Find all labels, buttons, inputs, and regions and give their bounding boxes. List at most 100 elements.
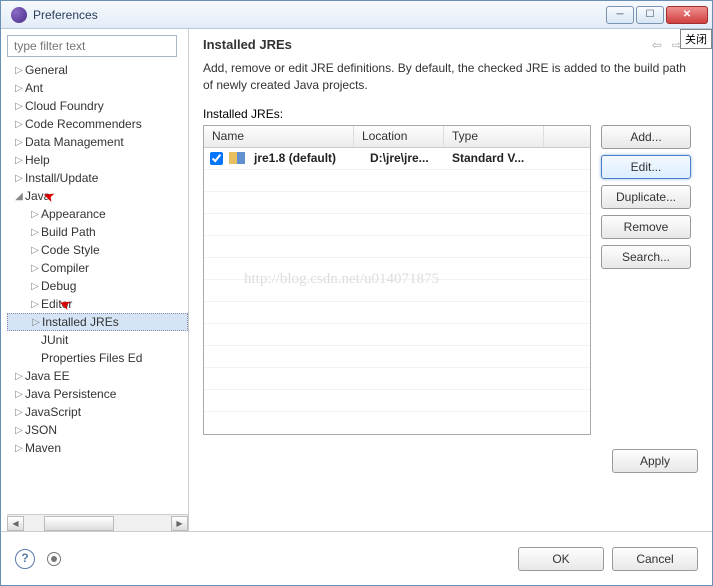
tree-item-general[interactable]: ▷General xyxy=(7,61,188,79)
tree-item-java-ee[interactable]: ▷Java EE xyxy=(7,367,188,385)
tree-item-label: Code Recommenders xyxy=(25,117,142,131)
remove-button[interactable]: Remove xyxy=(601,215,691,239)
tree-item-json[interactable]: ▷JSON xyxy=(7,421,188,439)
page-title: Installed JREs xyxy=(203,37,292,52)
tree-item-label: Properties Files Ed xyxy=(41,351,142,365)
twisty-icon[interactable]: ▷ xyxy=(13,425,25,436)
twisty-icon[interactable]: ▷ xyxy=(13,407,25,418)
tree-item-build-path[interactable]: ▷Build Path xyxy=(7,223,188,241)
twisty-icon[interactable]: ▷ xyxy=(13,83,25,94)
tree-item-label: Help xyxy=(25,153,50,167)
tree-item-label: Installed JREs xyxy=(42,315,119,329)
twisty-icon[interactable]: ◢ xyxy=(13,191,25,202)
tree-item-label: JSON xyxy=(25,423,57,437)
twisty-icon[interactable]: ▷ xyxy=(30,317,42,328)
tree-item-java-persistence[interactable]: ▷Java Persistence xyxy=(7,385,188,403)
cell-name: jre1.8 (default) xyxy=(250,151,366,165)
tree-item-appearance[interactable]: ▷Appearance xyxy=(7,205,188,223)
twisty-icon[interactable]: ▷ xyxy=(13,101,25,112)
tree-item-label: Debug xyxy=(41,279,76,293)
edit-button[interactable]: Edit... xyxy=(601,155,691,179)
tree-item-editor[interactable]: ▷Editor➤ xyxy=(7,295,188,313)
twisty-icon[interactable]: ▷ xyxy=(13,443,25,454)
twisty-icon[interactable]: ▷ xyxy=(13,119,25,130)
tree-item-install-update[interactable]: ▷Install/Update xyxy=(7,169,188,187)
twisty-icon[interactable]: ▷ xyxy=(13,137,25,148)
tree-item-ant[interactable]: ▷Ant xyxy=(7,79,188,97)
content-pane: Installed JREs ⇦ ⇨ ▾ Add, remove or edit… xyxy=(189,29,712,531)
title-bar: Preferences xyxy=(1,1,712,29)
twisty-icon[interactable]: ▷ xyxy=(13,173,25,184)
tree-item-label: JavaScript xyxy=(25,405,81,419)
scroll-right-icon[interactable]: ▶ xyxy=(171,516,188,531)
help-icon[interactable]: ? xyxy=(15,549,35,569)
table-header: Name Location Type xyxy=(204,126,590,148)
preferences-tree[interactable]: ▷General▷Ant▷Cloud Foundry▷Code Recommen… xyxy=(7,61,188,514)
tree-item-javascript[interactable]: ▷JavaScript xyxy=(7,403,188,421)
tree-item-label: General xyxy=(25,63,68,77)
tree-item-cloud-foundry[interactable]: ▷Cloud Foundry xyxy=(7,97,188,115)
tree-item-label: Build Path xyxy=(41,225,96,239)
twisty-icon[interactable]: ▷ xyxy=(13,389,25,400)
sidebar: ▷General▷Ant▷Cloud Foundry▷Code Recommen… xyxy=(1,29,189,531)
horizontal-scrollbar[interactable]: ◀ ▶ xyxy=(7,514,188,531)
record-icon[interactable] xyxy=(47,552,61,566)
tree-item-label: Data Management xyxy=(25,135,124,149)
tree-item-junit[interactable]: JUnit xyxy=(7,331,188,349)
col-location[interactable]: Location xyxy=(354,126,444,147)
search-button[interactable]: Search... xyxy=(601,245,691,269)
tree-item-java[interactable]: ◢Java➤ xyxy=(7,187,188,205)
col-name[interactable]: Name xyxy=(204,126,354,147)
scroll-thumb[interactable] xyxy=(44,516,114,531)
twisty-icon[interactable]: ▷ xyxy=(29,263,41,274)
tree-item-label: JUnit xyxy=(41,333,68,347)
twisty-icon[interactable]: ▷ xyxy=(29,281,41,292)
jre-checkbox[interactable] xyxy=(210,152,223,165)
duplicate-button[interactable]: Duplicate... xyxy=(601,185,691,209)
app-icon xyxy=(11,7,27,23)
twisty-icon[interactable]: ▷ xyxy=(29,299,41,310)
filter-input[interactable] xyxy=(7,35,177,57)
tree-item-label: Maven xyxy=(25,441,61,455)
tree-item-data-management[interactable]: ▷Data Management xyxy=(7,133,188,151)
tree-item-properties-files-ed[interactable]: Properties Files Ed xyxy=(7,349,188,367)
ok-button[interactable]: OK xyxy=(518,547,604,571)
tree-item-installed-jres[interactable]: ▷Installed JREs xyxy=(7,313,188,331)
tree-item-label: Cloud Foundry xyxy=(25,99,104,113)
close-tooltip: 关闭 xyxy=(680,29,712,49)
tree-item-help[interactable]: ▷Help xyxy=(7,151,188,169)
minimize-button[interactable] xyxy=(606,6,634,24)
tree-item-label: Compiler xyxy=(41,261,89,275)
bottom-bar: ? OK Cancel xyxy=(1,531,712,585)
cell-location: D:\jre\jre... xyxy=(366,151,448,165)
table-label: Installed JREs: xyxy=(203,107,283,121)
tree-item-label: Ant xyxy=(25,81,43,95)
apply-button[interactable]: Apply xyxy=(612,449,698,473)
jre-icon xyxy=(229,152,245,164)
tree-item-code-recommenders[interactable]: ▷Code Recommenders xyxy=(7,115,188,133)
twisty-icon[interactable]: ▷ xyxy=(29,227,41,238)
add-button[interactable]: Add... xyxy=(601,125,691,149)
jre-table[interactable]: Name Location Type jre1.8 (default) D:\j… xyxy=(203,125,591,435)
tree-item-label: Code Style xyxy=(41,243,100,257)
window-title: Preferences xyxy=(33,8,98,22)
twisty-icon[interactable]: ▷ xyxy=(13,371,25,382)
tree-item-label: Install/Update xyxy=(25,171,98,185)
tree-item-code-style[interactable]: ▷Code Style xyxy=(7,241,188,259)
table-row[interactable]: jre1.8 (default) D:\jre\jre... Standard … xyxy=(204,148,590,170)
tree-item-label: Java Persistence xyxy=(25,387,116,401)
twisty-icon[interactable]: ▷ xyxy=(29,209,41,220)
twisty-icon[interactable]: ▷ xyxy=(29,245,41,256)
close-button[interactable] xyxy=(666,6,708,24)
tree-item-debug[interactable]: ▷Debug xyxy=(7,277,188,295)
twisty-icon[interactable]: ▷ xyxy=(13,65,25,76)
cancel-button[interactable]: Cancel xyxy=(612,547,698,571)
tree-item-label: Java EE xyxy=(25,369,70,383)
twisty-icon[interactable]: ▷ xyxy=(13,155,25,166)
tree-item-maven[interactable]: ▷Maven xyxy=(7,439,188,457)
col-type[interactable]: Type xyxy=(444,126,544,147)
back-icon[interactable]: ⇦ xyxy=(652,38,662,52)
scroll-left-icon[interactable]: ◀ xyxy=(7,516,24,531)
maximize-button[interactable] xyxy=(636,6,664,24)
tree-item-compiler[interactable]: ▷Compiler xyxy=(7,259,188,277)
